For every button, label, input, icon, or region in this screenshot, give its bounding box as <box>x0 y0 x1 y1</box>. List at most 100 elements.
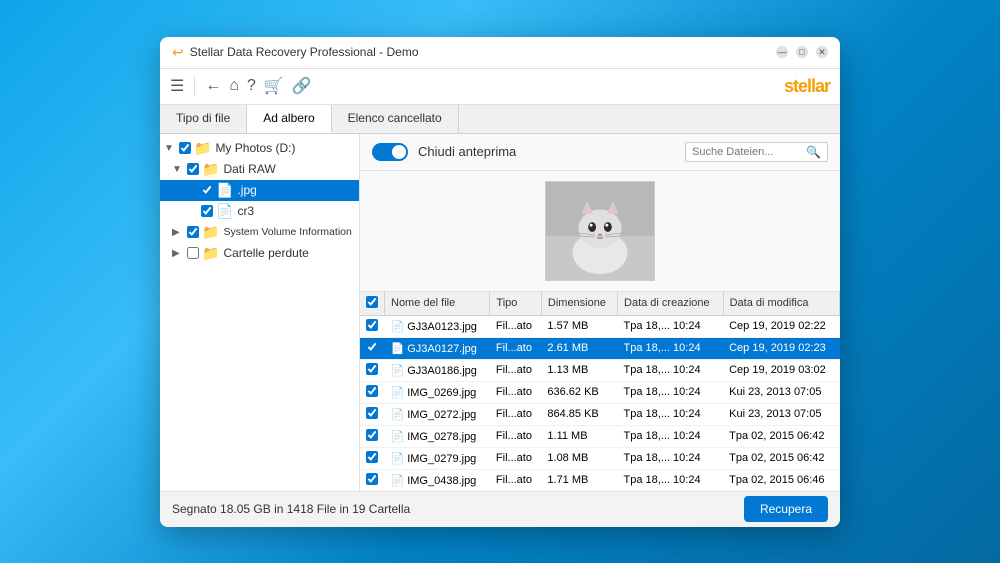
file-type-icon: 📄 <box>391 365 405 377</box>
sidebar-item-cr3[interactable]: 📄 cr3 <box>160 201 359 222</box>
main-content: ▼ 📁 My Photos (D:) ▼ 📁 Dati RAW 📄 .jpg <box>160 134 840 491</box>
app-icon: ↩ <box>172 44 184 61</box>
file-type-icon: 📄 <box>391 387 405 399</box>
sidebar-item-system-volume[interactable]: ▶ 📁 System Volume Information <box>160 222 359 243</box>
sidebar-item-label: System Volume Information <box>223 226 351 238</box>
preview-label: Chiudi anteprima <box>418 144 516 159</box>
col-tipo[interactable]: Tipo <box>490 292 541 316</box>
preview-header: Chiudi anteprima 🔍 <box>360 134 840 171</box>
col-created[interactable]: Data di creazione <box>618 292 724 316</box>
row-size: 636.62 KB <box>541 381 617 403</box>
cat-preview-svg <box>546 181 654 281</box>
preview-image <box>545 181 655 281</box>
row-checkbox-cell <box>360 359 385 381</box>
table-row[interactable]: 📄IMG_0272.jpg Fil...ato 864.85 KB Tpa 18… <box>360 403 840 425</box>
file-type-icon: 📄 <box>391 453 405 465</box>
row-tipo: Fil...ato <box>490 337 541 359</box>
sidebar-item-dati-raw[interactable]: ▼ 📁 Dati RAW <box>160 159 359 180</box>
expand-icon: ▶ <box>172 248 184 259</box>
checkbox-dati-raw[interactable] <box>187 163 199 175</box>
sidebar-item-label: Dati RAW <box>223 162 275 176</box>
folder-icon: 📁 <box>194 140 211 157</box>
row-filename: 📄IMG_0269.jpg <box>385 381 490 403</box>
col-dimensione[interactable]: Dimensione <box>541 292 617 316</box>
row-modified: Cep 19, 2019 03:02 <box>723 359 839 381</box>
row-modified: Kui 23, 2013 07:05 <box>723 403 839 425</box>
row-tipo: Fil...ato <box>490 315 541 337</box>
link-icon[interactable]: 🔗 <box>292 76 312 96</box>
stellar-logo: stellar <box>784 76 830 97</box>
row-filename: 📄GJ3A0123.jpg <box>385 315 490 337</box>
sidebar-item-label: My Photos (D:) <box>215 141 295 155</box>
minimize-button[interactable]: — <box>776 46 788 58</box>
table-row[interactable]: 📄IMG_0269.jpg Fil...ato 636.62 KB Tpa 18… <box>360 381 840 403</box>
table-row[interactable]: 📄IMG_0278.jpg Fil...ato 1.11 MB Tpa 18,.… <box>360 425 840 447</box>
tab-ad-albero[interactable]: Ad albero <box>247 105 331 133</box>
row-filename: 📄IMG_0278.jpg <box>385 425 490 447</box>
row-checkbox-cell <box>360 403 385 425</box>
row-checkbox[interactable] <box>366 363 378 375</box>
row-modified: Cep 19, 2019 02:22 <box>723 315 839 337</box>
row-tipo: Fil...ato <box>490 469 541 491</box>
row-checkbox[interactable] <box>366 473 378 485</box>
col-checkbox <box>360 292 385 316</box>
file-icon: 📄 <box>216 203 233 220</box>
row-filename: 📄GJ3A0186.jpg <box>385 359 490 381</box>
preview-toggle[interactable] <box>372 143 408 161</box>
row-modified: Tpa 02, 2015 06:42 <box>723 425 839 447</box>
row-size: 1.57 MB <box>541 315 617 337</box>
checkbox-my-photos[interactable] <box>179 142 191 154</box>
row-checkbox[interactable] <box>366 341 378 353</box>
tab-tipo-di-file[interactable]: Tipo di file <box>160 105 247 133</box>
checkbox-cr3[interactable] <box>201 205 213 217</box>
help-icon[interactable]: ? <box>247 77 256 95</box>
row-checkbox[interactable] <box>366 451 378 463</box>
row-checkbox[interactable] <box>366 385 378 397</box>
col-filename[interactable]: Nome del file <box>385 292 490 316</box>
col-modified[interactable]: Data di modifica <box>723 292 839 316</box>
status-bar: Segnato 18.05 GB in 1418 File in 19 Cart… <box>160 491 840 527</box>
row-size: 1.11 MB <box>541 425 617 447</box>
select-all-checkbox[interactable] <box>366 296 378 308</box>
row-modified: Tpa 02, 2015 06:46 <box>723 469 839 491</box>
row-checkbox[interactable] <box>366 319 378 331</box>
menu-icon[interactable]: ☰ <box>170 76 184 96</box>
row-checkbox-cell <box>360 315 385 337</box>
row-modified: Kui 23, 2013 07:05 <box>723 381 839 403</box>
file-list: Nome del file Tipo Dimensione Data di cr… <box>360 291 840 491</box>
file-type-icon: 📄 <box>391 343 405 355</box>
row-tipo: Fil...ato <box>490 425 541 447</box>
checkbox-jpg[interactable] <box>201 184 213 196</box>
status-text: Segnato 18.05 GB in 1418 File in 19 Cart… <box>172 502 734 516</box>
file-type-icon: 📄 <box>391 431 405 443</box>
search-input[interactable] <box>692 146 802 158</box>
checkbox-system-volume[interactable] <box>187 226 199 238</box>
table-row[interactable]: 📄GJ3A0186.jpg Fil...ato 1.13 MB Tpa 18,.… <box>360 359 840 381</box>
row-checkbox[interactable] <box>366 407 378 419</box>
table-row[interactable]: 📄GJ3A0123.jpg Fil...ato 1.57 MB Tpa 18,.… <box>360 315 840 337</box>
back-icon[interactable]: ← <box>205 77 221 95</box>
sidebar-item-cartelle-perdute[interactable]: ▶ 📁 Cartelle perdute <box>160 243 359 264</box>
home-icon[interactable]: ⌂ <box>229 77 239 95</box>
cart-icon[interactable]: 🛒 <box>264 76 284 96</box>
maximize-button[interactable]: □ <box>796 46 808 58</box>
row-created: Tpa 18,... 10:24 <box>618 337 724 359</box>
table-row[interactable]: 📄GJ3A0127.jpg Fil...ato 2.61 MB Tpa 18,.… <box>360 337 840 359</box>
table-row[interactable]: 📄IMG_0279.jpg Fil...ato 1.08 MB Tpa 18,.… <box>360 447 840 469</box>
row-filename: 📄GJ3A0127.jpg <box>385 337 490 359</box>
sidebar-item-label: Cartelle perdute <box>223 246 308 260</box>
recover-button[interactable]: Recupera <box>744 496 828 522</box>
sidebar-item-label: .jpg <box>237 183 256 197</box>
sidebar-item-jpg[interactable]: 📄 .jpg <box>160 180 359 201</box>
close-button[interactable]: ✕ <box>816 46 828 58</box>
search-icon: 🔍 <box>806 145 821 159</box>
table-row[interactable]: 📄IMG_0438.jpg Fil...ato 1.71 MB Tpa 18,.… <box>360 469 840 491</box>
title-bar: ↩ Stellar Data Recovery Professional - D… <box>160 37 840 69</box>
row-modified: Cep 19, 2019 02:23 <box>723 337 839 359</box>
right-panel: Chiudi anteprima 🔍 <box>360 134 840 491</box>
row-tipo: Fil...ato <box>490 359 541 381</box>
sidebar-item-my-photos[interactable]: ▼ 📁 My Photos (D:) <box>160 138 359 159</box>
row-checkbox[interactable] <box>366 429 378 441</box>
checkbox-cartelle-perdute[interactable] <box>187 247 199 259</box>
tab-elenco-cancellato[interactable]: Elenco cancellato <box>332 105 459 133</box>
